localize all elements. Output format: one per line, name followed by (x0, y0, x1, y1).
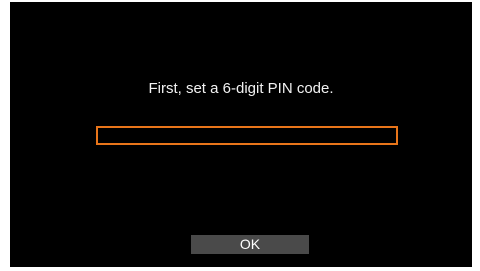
pin-setup-screen: First, set a 6-digit PIN code. OK (10, 2, 472, 267)
pin-prompt-text: First, set a 6-digit PIN code. (148, 80, 334, 97)
ok-button[interactable]: OK (191, 235, 309, 254)
pin-code-field[interactable] (96, 126, 398, 145)
